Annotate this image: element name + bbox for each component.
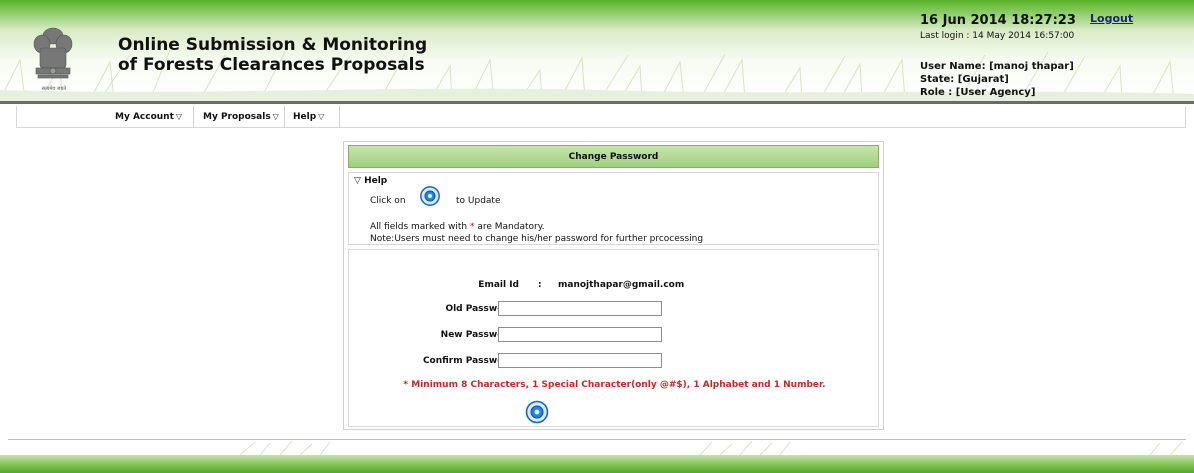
user-state: State: [Gujarat] <box>920 74 1009 85</box>
footer-bar <box>0 455 1194 473</box>
colon: : <box>538 280 542 290</box>
help-to-update: to Update <box>456 196 501 206</box>
update-icon[interactable] <box>525 400 549 424</box>
national-emblem-icon <box>33 27 73 79</box>
old-password-field[interactable] <box>498 301 662 316</box>
help-mandatory: All fields marked with * are Mandatory. <box>370 222 545 232</box>
menu-help[interactable]: Help ▽ <box>293 108 324 126</box>
menu-separator <box>193 106 194 128</box>
email-value: manojthapar@gmail.com <box>558 280 685 290</box>
help-note: Note:Users must need to change his/her p… <box>370 234 704 244</box>
new-password-field[interactable] <box>498 327 662 342</box>
menu-my-proposals-label: My Proposals <box>203 112 271 122</box>
last-login: Last login : 14 May 2014 16:57:00 <box>920 31 1075 41</box>
email-label: Email Id <box>478 280 519 290</box>
required-marker: * <box>469 222 475 232</box>
change-password-form: Email Id : manojthapar@gmail.com Old Pas… <box>348 249 879 427</box>
site-title: Online Submission & Monitoring of Forest… <box>118 35 427 75</box>
site-title-line2: of Forests Clearances Proposals <box>118 55 425 75</box>
confirm-password-field[interactable] <box>498 353 662 368</box>
triangle-down-icon: ▽ <box>272 112 279 121</box>
menu-my-account-label: My Account <box>115 112 174 122</box>
header: सत्यमेव जयते Online Submission & Monitor… <box>0 0 1194 103</box>
user-info: User Name: [manoj thapar] State: [Gujara… <box>920 60 1074 99</box>
mandatory-prefix: All fields marked with <box>370 222 468 232</box>
site-title-line1: Online Submission & Monitoring <box>118 35 428 55</box>
main-menu: My Account ▽ My Proposals ▽ Help ▽ <box>16 106 1186 128</box>
help-section: ▽ Help Click on to Update All fields mar… <box>348 172 879 245</box>
menu-my-proposals[interactable]: My Proposals ▽ <box>203 108 279 126</box>
update-icon <box>420 186 440 206</box>
help-toggle-label: Help <box>364 176 388 186</box>
menu-my-account[interactable]: My Account ▽ <box>115 108 182 126</box>
mandatory-suffix: are Mandatory. <box>477 222 545 232</box>
menu-separator <box>339 106 340 128</box>
password-rule: * Minimum 8 Characters, 1 Special Charac… <box>403 380 826 390</box>
grass-pattern <box>239 440 1183 455</box>
current-datetime: 16 Jun 2014 18:27:23 <box>920 13 1076 28</box>
user-name: User Name: [manoj thapar] <box>920 61 1074 72</box>
triangle-down-icon: ▽ <box>318 112 325 121</box>
triangle-down-icon: ▽ <box>354 176 365 186</box>
logout-link[interactable]: Logout <box>1090 12 1133 25</box>
panel-title: Change Password <box>348 145 879 168</box>
menu-help-label: Help <box>293 112 317 122</box>
help-click-on: Click on <box>370 196 406 206</box>
change-password-panel: Change Password ▽ Help Click on to Updat… <box>343 141 884 430</box>
triangle-down-icon: ▽ <box>175 112 183 121</box>
user-role: Role : [User Agency] <box>920 87 1036 98</box>
menu-separator <box>284 106 285 128</box>
emblem-caption: सत्यमेव जयते <box>41 86 67 92</box>
header-divider <box>0 101 1194 104</box>
help-toggle[interactable]: ▽ Help <box>354 176 387 186</box>
